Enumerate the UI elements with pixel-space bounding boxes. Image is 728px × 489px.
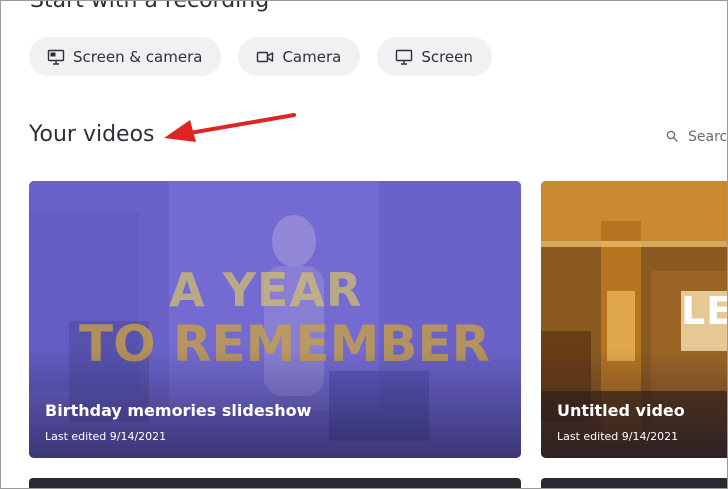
camera-icon: [256, 48, 274, 66]
screen-button[interactable]: Screen: [377, 37, 492, 76]
recording-options: Screen & camera Camera Screen: [29, 37, 492, 76]
video-search: [666, 127, 728, 146]
video-last-edited: Last edited 9/14/2021: [557, 430, 679, 443]
camera-button[interactable]: Camera: [238, 37, 361, 76]
screen-camera-icon: [47, 48, 65, 66]
screen-and-camera-button[interactable]: Screen & camera: [29, 37, 222, 76]
recording-section-title: Start with a recording: [30, 0, 270, 13]
video-card[interactable]: LE Untitled video Last edited 9/14/2021: [541, 181, 728, 458]
your-videos-title: Your videos: [29, 122, 155, 147]
video-card-partial[interactable]: [29, 478, 521, 489]
screen-label: Screen: [421, 47, 473, 66]
video-title: Birthday memories slideshow: [45, 401, 312, 420]
video-card-partial[interactable]: [541, 478, 728, 489]
monitor-icon: [395, 48, 413, 66]
video-card[interactable]: A YEAR TO REMEMBER Birthday memories sli…: [29, 181, 521, 458]
video-last-edited: Last edited 9/14/2021: [45, 430, 167, 443]
video-title: Untitled video: [557, 401, 685, 420]
screen-and-camera-label: Screen & camera: [73, 47, 203, 66]
search-icon: [666, 127, 678, 146]
camera-label: Camera: [282, 47, 342, 66]
thumbnail-overlay-text: LE: [681, 289, 728, 333]
annotation-arrow-icon: [164, 113, 296, 142]
thumbnail-overlay-text: A YEAR: [169, 263, 363, 317]
search-input[interactable]: [688, 128, 728, 145]
